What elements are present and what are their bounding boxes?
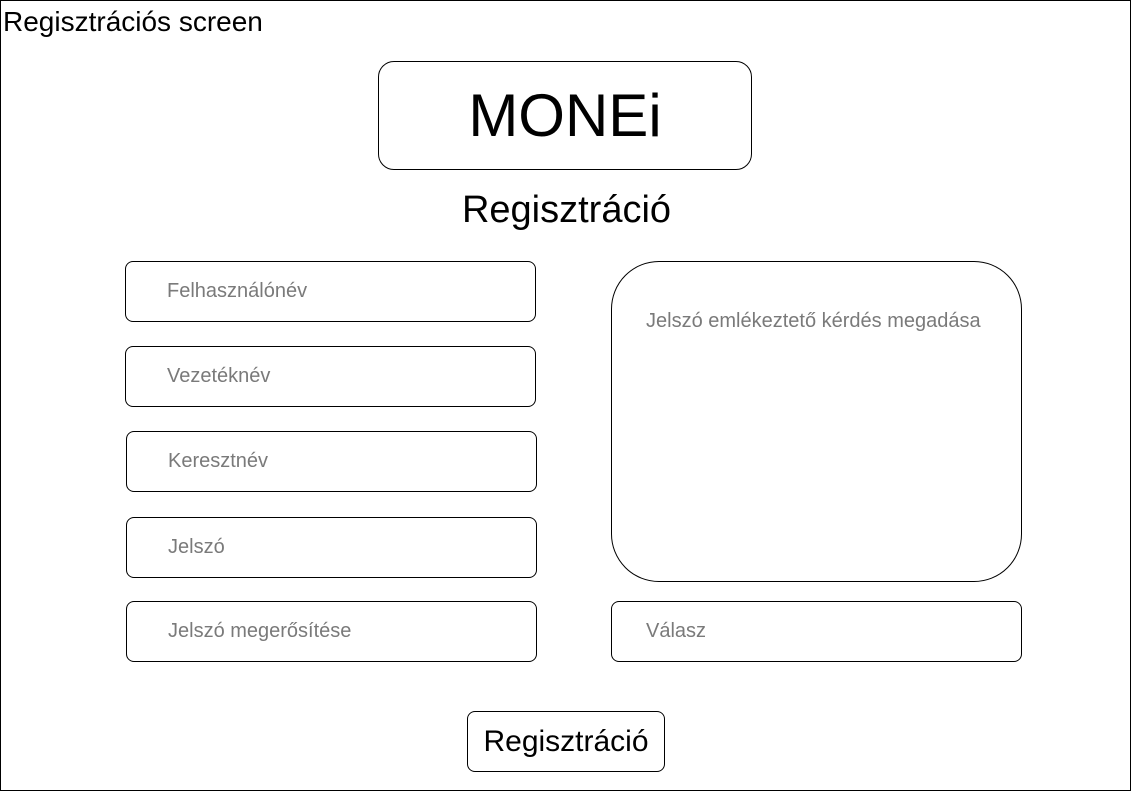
logo-box: MONEi bbox=[378, 61, 752, 170]
registration-screen-frame: Regisztrációs screen MONEi Regisztráció … bbox=[0, 0, 1131, 791]
first-name-field[interactable] bbox=[126, 431, 537, 492]
username-field[interactable] bbox=[125, 261, 536, 322]
answer-field[interactable] bbox=[611, 601, 1022, 662]
password-field[interactable] bbox=[126, 517, 537, 578]
password-confirm-field[interactable] bbox=[126, 601, 537, 662]
logo-text: MONEi bbox=[468, 81, 662, 149]
last-name-field[interactable] bbox=[125, 346, 536, 407]
register-button[interactable]: Regisztráció bbox=[467, 711, 665, 772]
screen-title: Regisztrációs screen bbox=[3, 6, 263, 37]
security-question-field[interactable] bbox=[611, 261, 1022, 582]
page-heading: Regisztráció bbox=[461, 189, 672, 231]
